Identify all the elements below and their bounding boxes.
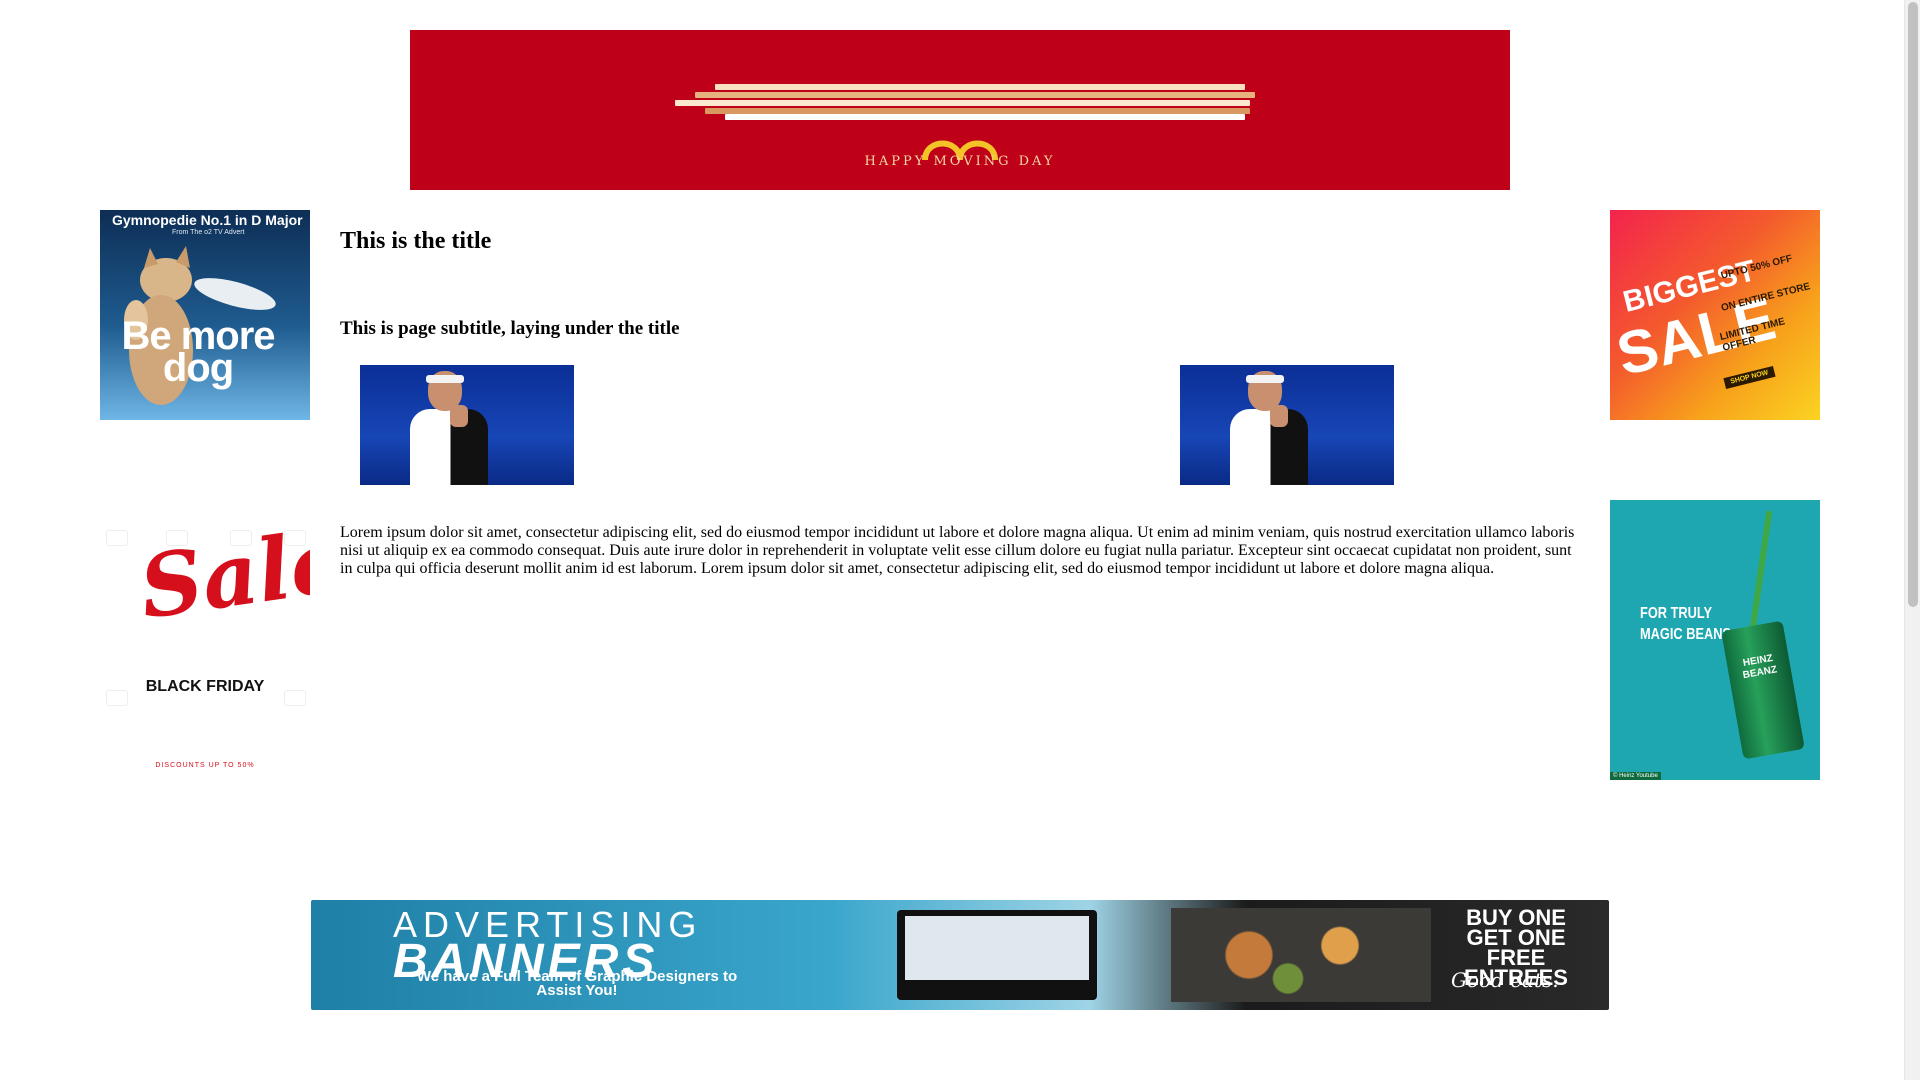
vine-icon — [1749, 510, 1773, 630]
right-ad-heinz-beanz[interactable]: FOR TRULY MAGIC BEANS HEINZ BEANZ © Hein… — [1610, 500, 1820, 780]
right-ad-biggest-sale[interactable]: BIGGEST SALE UPTO 50% OFF ON ENTIRE STOR… — [1610, 210, 1820, 420]
ad-line: FOR TRULY — [1640, 605, 1713, 622]
page-title: This is the title — [340, 228, 492, 254]
bean-can-icon: HEINZ BEANZ — [1721, 620, 1805, 760]
gift-icon — [106, 530, 128, 546]
bottom-banner-ad[interactable]: ADVERTISING BANNERS We have a Full Team … — [311, 900, 1609, 1010]
page-subtitle: This is page subtitle, laying under the … — [340, 318, 680, 339]
tennis-player-image — [360, 365, 574, 485]
page: HAPPY MOVING DAY Gymnopedie No.1 in D Ma… — [0, 0, 1920, 1080]
scrollbar-thumb[interactable] — [1908, 2, 1918, 607]
left-ad-black-friday[interactable]: Sale BLACK FRIDAY DISCOUNTS UP TO 50% — [100, 500, 310, 780]
moving-boxes-graphic — [675, 82, 1255, 122]
ad-subtitle: From The o2 TV Advert — [172, 229, 245, 236]
ad-headline: Be more dog — [121, 314, 275, 390]
ad-tag: BLACK FRIDAY — [145, 678, 265, 695]
food-image — [1171, 908, 1431, 1002]
left-ad-cat[interactable]: Gymnopedie No.1 in D Major From The o2 T… — [100, 210, 310, 420]
ad-headline: Sale — [133, 510, 310, 639]
frisbee-icon — [194, 278, 276, 310]
can-label: HEINZ BEANZ — [1742, 652, 1778, 682]
ad-line: MAGIC BEANS — [1640, 626, 1732, 643]
shop-now-button[interactable]: SHOP NOW — [1723, 366, 1776, 389]
ad-title: Gymnopedie No.1 in D Major — [112, 212, 303, 228]
banner-caption: HAPPY MOVING DAY — [864, 154, 1056, 169]
monitor-icon — [897, 910, 1097, 1000]
banner-tagline: We have a Full Team of Graphic Designers… — [416, 968, 738, 999]
banner-sign: Good eats. — [1451, 968, 1559, 992]
top-banner-ad[interactable]: HAPPY MOVING DAY — [410, 30, 1510, 190]
tennis-player-image — [1180, 365, 1394, 485]
ad-credit: © Heinz Youtube — [1610, 772, 1661, 780]
vertical-scrollbar[interactable] — [1904, 0, 1920, 1080]
body-paragraph: Lorem ipsum dolor sit amet, consectetur … — [340, 524, 1575, 577]
ad-small-text: DISCOUNTS UP TO 50% — [155, 762, 255, 769]
